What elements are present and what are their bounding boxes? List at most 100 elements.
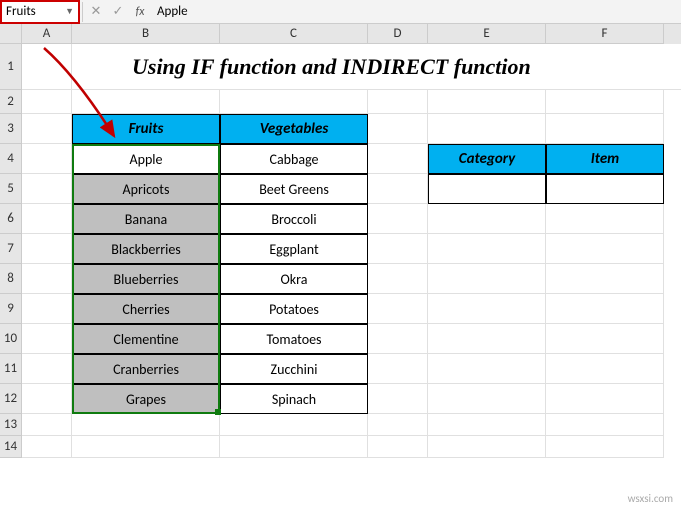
cell[interactable] xyxy=(368,204,428,234)
row-header-4[interactable]: 4 xyxy=(0,144,22,174)
cell[interactable] xyxy=(368,324,428,354)
row-header-10[interactable]: 10 xyxy=(0,324,22,354)
cell[interactable] xyxy=(428,264,546,294)
cell[interactable] xyxy=(428,234,546,264)
row-header-6[interactable]: 6 xyxy=(0,204,22,234)
formula-input[interactable]: Apple xyxy=(151,4,681,19)
cell[interactable] xyxy=(22,204,72,234)
select-all-corner[interactable] xyxy=(0,24,22,44)
cancel-icon[interactable]: ✕ xyxy=(85,1,107,23)
row-header-14[interactable]: 14 xyxy=(0,436,22,458)
table1-cell-B7[interactable]: Blackberries xyxy=(72,234,220,264)
cell[interactable] xyxy=(428,114,546,144)
cell[interactable] xyxy=(22,144,72,174)
cell[interactable] xyxy=(368,114,428,144)
row-header-13[interactable]: 13 xyxy=(0,414,22,436)
cell[interactable] xyxy=(22,354,72,384)
cell[interactable] xyxy=(368,90,428,114)
table1-cell-C11[interactable]: Zucchini xyxy=(220,354,368,384)
table1-cell-B8[interactable]: Blueberries xyxy=(72,264,220,294)
cell[interactable] xyxy=(428,204,546,234)
cell[interactable] xyxy=(368,144,428,174)
row-header-5[interactable]: 5 xyxy=(0,174,22,204)
cell[interactable] xyxy=(220,90,368,114)
cell[interactable] xyxy=(22,90,72,114)
row-header-8[interactable]: 8 xyxy=(0,264,22,294)
table1-cell-C12[interactable]: Spinach xyxy=(220,384,368,414)
table2-header-item[interactable]: Item xyxy=(546,144,664,174)
cell[interactable] xyxy=(368,294,428,324)
table1-cell-B12[interactable]: Grapes xyxy=(72,384,220,414)
cell[interactable] xyxy=(22,436,72,458)
cell[interactable] xyxy=(546,384,664,414)
col-header-E[interactable]: E xyxy=(428,24,546,44)
col-header-F[interactable]: F xyxy=(546,24,664,44)
cell[interactable] xyxy=(22,234,72,264)
cell[interactable] xyxy=(368,384,428,414)
table1-cell-B5[interactable]: Apricots xyxy=(72,174,220,204)
cell[interactable] xyxy=(220,414,368,436)
name-box[interactable]: Fruits ▼ xyxy=(0,0,80,24)
cell[interactable] xyxy=(546,324,664,354)
cell[interactable] xyxy=(546,354,664,384)
cell[interactable] xyxy=(428,294,546,324)
selection-handle[interactable] xyxy=(215,409,221,415)
cell[interactable] xyxy=(368,436,428,458)
row-header-2[interactable]: 2 xyxy=(0,90,22,114)
col-header-A[interactable]: A xyxy=(22,24,72,44)
cell[interactable] xyxy=(546,414,664,436)
cell[interactable] xyxy=(546,204,664,234)
row-header-12[interactable]: 12 xyxy=(0,384,22,414)
table1-cell-C10[interactable]: Tomatoes xyxy=(220,324,368,354)
page-title[interactable]: Using IF function and INDIRECT function xyxy=(72,44,681,90)
table1-cell-C6[interactable]: Broccoli xyxy=(220,204,368,234)
cell[interactable] xyxy=(22,264,72,294)
cell[interactable] xyxy=(428,354,546,384)
table1-header-fruits[interactable]: Fruits xyxy=(72,114,220,144)
table1-cell-B4[interactable]: Apple xyxy=(72,144,220,174)
cell[interactable] xyxy=(22,174,72,204)
col-header-D[interactable]: D xyxy=(368,24,428,44)
cell[interactable] xyxy=(546,90,664,114)
cell[interactable] xyxy=(368,234,428,264)
table1-cell-C7[interactable]: Eggplant xyxy=(220,234,368,264)
table2-header-category[interactable]: Category xyxy=(428,144,546,174)
cell[interactable] xyxy=(368,354,428,384)
check-icon[interactable]: ✓ xyxy=(107,1,129,23)
table1-cell-C8[interactable]: Okra xyxy=(220,264,368,294)
cell[interactable] xyxy=(22,114,72,144)
cell[interactable] xyxy=(546,436,664,458)
table1-cell-C4[interactable]: Cabbage xyxy=(220,144,368,174)
cell[interactable] xyxy=(72,436,220,458)
cell[interactable] xyxy=(22,384,72,414)
cell[interactable] xyxy=(546,264,664,294)
cell[interactable] xyxy=(72,414,220,436)
cell[interactable] xyxy=(428,90,546,114)
table1-header-vegetables[interactable]: Vegetables xyxy=(220,114,368,144)
cell[interactable] xyxy=(22,414,72,436)
cell[interactable] xyxy=(428,384,546,414)
cell[interactable] xyxy=(428,414,546,436)
table1-cell-B10[interactable]: Clementine xyxy=(72,324,220,354)
cell[interactable] xyxy=(22,44,72,90)
cell[interactable] xyxy=(546,114,664,144)
row-header-3[interactable]: 3 xyxy=(0,114,22,144)
cell[interactable] xyxy=(428,324,546,354)
row-header-1[interactable]: 1 xyxy=(0,44,22,90)
cell[interactable] xyxy=(368,264,428,294)
row-header-11[interactable]: 11 xyxy=(0,354,22,384)
cell[interactable] xyxy=(546,234,664,264)
table1-cell-B11[interactable]: Cranberries xyxy=(72,354,220,384)
cell[interactable] xyxy=(368,414,428,436)
fx-icon[interactable]: fx xyxy=(129,1,151,23)
cell[interactable] xyxy=(428,436,546,458)
table2-cell-F5[interactable] xyxy=(546,174,664,204)
cell[interactable] xyxy=(368,174,428,204)
table1-cell-B9[interactable]: Cherries xyxy=(72,294,220,324)
cell[interactable] xyxy=(22,294,72,324)
cell[interactable] xyxy=(72,90,220,114)
col-header-B[interactable]: B xyxy=(72,24,220,44)
cell[interactable] xyxy=(546,294,664,324)
row-header-9[interactable]: 9 xyxy=(0,294,22,324)
col-header-C[interactable]: C xyxy=(220,24,368,44)
